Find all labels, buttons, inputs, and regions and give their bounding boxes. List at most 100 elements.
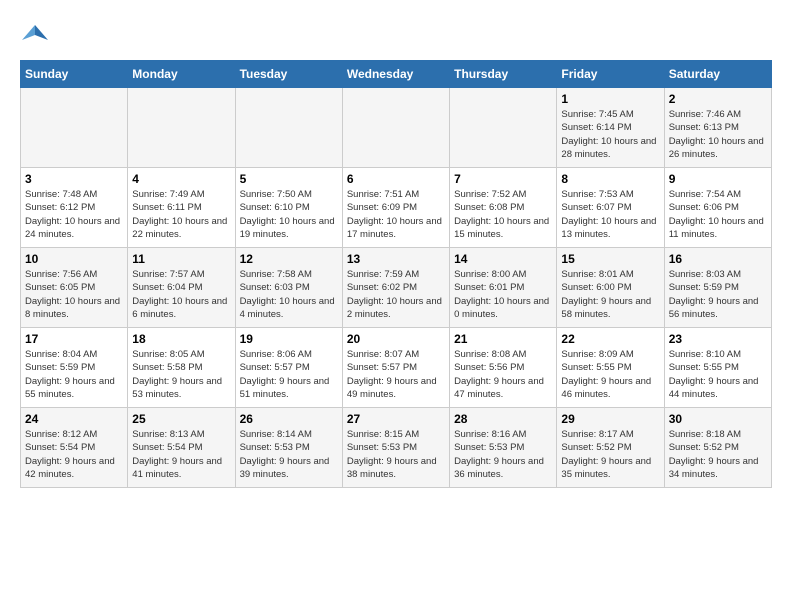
day-info: Sunrise: 8:08 AM Sunset: 5:56 PM Dayligh…	[454, 348, 552, 401]
day-info: Sunrise: 7:57 AM Sunset: 6:04 PM Dayligh…	[132, 268, 230, 321]
sunset-text: Sunset: 5:58 PM	[132, 361, 230, 374]
sunset-text: Sunset: 5:56 PM	[454, 361, 552, 374]
sunset-text: Sunset: 6:00 PM	[561, 281, 659, 294]
day-info: Sunrise: 8:00 AM Sunset: 6:01 PM Dayligh…	[454, 268, 552, 321]
header-day: Thursday	[450, 61, 557, 88]
calendar-header: SundayMondayTuesdayWednesdayThursdayFrid…	[21, 61, 772, 88]
calendar-day-cell: 7 Sunrise: 7:52 AM Sunset: 6:08 PM Dayli…	[450, 168, 557, 248]
sunset-text: Sunset: 5:57 PM	[240, 361, 338, 374]
day-number: 19	[240, 332, 338, 346]
day-info: Sunrise: 7:50 AM Sunset: 6:10 PM Dayligh…	[240, 188, 338, 241]
daylight-text: Daylight: 9 hours and 46 minutes.	[561, 375, 659, 402]
daylight-text: Daylight: 10 hours and 24 minutes.	[25, 215, 123, 242]
sunset-text: Sunset: 6:14 PM	[561, 121, 659, 134]
daylight-text: Daylight: 9 hours and 47 minutes.	[454, 375, 552, 402]
sunset-text: Sunset: 6:04 PM	[132, 281, 230, 294]
sunrise-text: Sunrise: 8:05 AM	[132, 348, 230, 361]
day-number: 12	[240, 252, 338, 266]
sunrise-text: Sunrise: 7:52 AM	[454, 188, 552, 201]
header-day: Friday	[557, 61, 664, 88]
sunset-text: Sunset: 5:55 PM	[669, 361, 767, 374]
day-number: 17	[25, 332, 123, 346]
daylight-text: Daylight: 9 hours and 36 minutes.	[454, 455, 552, 482]
sunrise-text: Sunrise: 8:09 AM	[561, 348, 659, 361]
sunrise-text: Sunrise: 8:16 AM	[454, 428, 552, 441]
sunset-text: Sunset: 5:59 PM	[669, 281, 767, 294]
sunrise-text: Sunrise: 7:58 AM	[240, 268, 338, 281]
day-number: 9	[669, 172, 767, 186]
calendar-day-cell: 18 Sunrise: 8:05 AM Sunset: 5:58 PM Dayl…	[128, 328, 235, 408]
daylight-text: Daylight: 10 hours and 26 minutes.	[669, 135, 767, 162]
sunset-text: Sunset: 6:09 PM	[347, 201, 445, 214]
day-number: 5	[240, 172, 338, 186]
calendar-day-cell: 3 Sunrise: 7:48 AM Sunset: 6:12 PM Dayli…	[21, 168, 128, 248]
day-number: 15	[561, 252, 659, 266]
day-number: 27	[347, 412, 445, 426]
sunrise-text: Sunrise: 7:57 AM	[132, 268, 230, 281]
day-number: 20	[347, 332, 445, 346]
calendar-day-cell: 15 Sunrise: 8:01 AM Sunset: 6:00 PM Dayl…	[557, 248, 664, 328]
day-number: 29	[561, 412, 659, 426]
daylight-text: Daylight: 10 hours and 11 minutes.	[669, 215, 767, 242]
day-number: 11	[132, 252, 230, 266]
calendar-day-cell: 19 Sunrise: 8:06 AM Sunset: 5:57 PM Dayl…	[235, 328, 342, 408]
day-number: 21	[454, 332, 552, 346]
sunrise-text: Sunrise: 7:53 AM	[561, 188, 659, 201]
calendar-day-cell: 5 Sunrise: 7:50 AM Sunset: 6:10 PM Dayli…	[235, 168, 342, 248]
day-info: Sunrise: 7:53 AM Sunset: 6:07 PM Dayligh…	[561, 188, 659, 241]
calendar-day-cell: 10 Sunrise: 7:56 AM Sunset: 6:05 PM Dayl…	[21, 248, 128, 328]
calendar-day-cell: 28 Sunrise: 8:16 AM Sunset: 5:53 PM Dayl…	[450, 408, 557, 488]
calendar-day-cell	[235, 88, 342, 168]
sunset-text: Sunset: 5:54 PM	[132, 441, 230, 454]
day-info: Sunrise: 8:04 AM Sunset: 5:59 PM Dayligh…	[25, 348, 123, 401]
sunset-text: Sunset: 5:54 PM	[25, 441, 123, 454]
day-info: Sunrise: 7:48 AM Sunset: 6:12 PM Dayligh…	[25, 188, 123, 241]
calendar-day-cell: 16 Sunrise: 8:03 AM Sunset: 5:59 PM Dayl…	[664, 248, 771, 328]
daylight-text: Daylight: 9 hours and 41 minutes.	[132, 455, 230, 482]
sunrise-text: Sunrise: 7:54 AM	[669, 188, 767, 201]
sunset-text: Sunset: 6:13 PM	[669, 121, 767, 134]
header-day: Monday	[128, 61, 235, 88]
calendar-day-cell: 26 Sunrise: 8:14 AM Sunset: 5:53 PM Dayl…	[235, 408, 342, 488]
calendar-day-cell: 20 Sunrise: 8:07 AM Sunset: 5:57 PM Dayl…	[342, 328, 449, 408]
calendar-day-cell: 22 Sunrise: 8:09 AM Sunset: 5:55 PM Dayl…	[557, 328, 664, 408]
day-number: 16	[669, 252, 767, 266]
sunset-text: Sunset: 6:08 PM	[454, 201, 552, 214]
daylight-text: Daylight: 9 hours and 34 minutes.	[669, 455, 767, 482]
calendar-day-cell: 9 Sunrise: 7:54 AM Sunset: 6:06 PM Dayli…	[664, 168, 771, 248]
calendar-day-cell: 14 Sunrise: 8:00 AM Sunset: 6:01 PM Dayl…	[450, 248, 557, 328]
daylight-text: Daylight: 9 hours and 44 minutes.	[669, 375, 767, 402]
day-info: Sunrise: 7:46 AM Sunset: 6:13 PM Dayligh…	[669, 108, 767, 161]
sunrise-text: Sunrise: 8:01 AM	[561, 268, 659, 281]
sunrise-text: Sunrise: 8:15 AM	[347, 428, 445, 441]
sunset-text: Sunset: 6:02 PM	[347, 281, 445, 294]
sunrise-text: Sunrise: 8:06 AM	[240, 348, 338, 361]
sunset-text: Sunset: 6:07 PM	[561, 201, 659, 214]
calendar-week-row: 10 Sunrise: 7:56 AM Sunset: 6:05 PM Dayl…	[21, 248, 772, 328]
daylight-text: Daylight: 9 hours and 58 minutes.	[561, 295, 659, 322]
day-number: 13	[347, 252, 445, 266]
daylight-text: Daylight: 10 hours and 22 minutes.	[132, 215, 230, 242]
sunrise-text: Sunrise: 7:50 AM	[240, 188, 338, 201]
day-info: Sunrise: 8:09 AM Sunset: 5:55 PM Dayligh…	[561, 348, 659, 401]
sunset-text: Sunset: 5:52 PM	[669, 441, 767, 454]
day-info: Sunrise: 7:54 AM Sunset: 6:06 PM Dayligh…	[669, 188, 767, 241]
daylight-text: Daylight: 9 hours and 42 minutes.	[25, 455, 123, 482]
sunrise-text: Sunrise: 8:18 AM	[669, 428, 767, 441]
calendar-body: 1 Sunrise: 7:45 AM Sunset: 6:14 PM Dayli…	[21, 88, 772, 488]
day-info: Sunrise: 7:51 AM Sunset: 6:09 PM Dayligh…	[347, 188, 445, 241]
sunrise-text: Sunrise: 8:17 AM	[561, 428, 659, 441]
sunrise-text: Sunrise: 7:56 AM	[25, 268, 123, 281]
header	[20, 20, 772, 50]
calendar-week-row: 3 Sunrise: 7:48 AM Sunset: 6:12 PM Dayli…	[21, 168, 772, 248]
day-info: Sunrise: 8:06 AM Sunset: 5:57 PM Dayligh…	[240, 348, 338, 401]
sunset-text: Sunset: 6:12 PM	[25, 201, 123, 214]
sunset-text: Sunset: 6:01 PM	[454, 281, 552, 294]
header-day: Sunday	[21, 61, 128, 88]
daylight-text: Daylight: 10 hours and 13 minutes.	[561, 215, 659, 242]
sunrise-text: Sunrise: 7:46 AM	[669, 108, 767, 121]
calendar-day-cell	[342, 88, 449, 168]
daylight-text: Daylight: 9 hours and 38 minutes.	[347, 455, 445, 482]
calendar-day-cell: 11 Sunrise: 7:57 AM Sunset: 6:04 PM Dayl…	[128, 248, 235, 328]
sunset-text: Sunset: 5:53 PM	[240, 441, 338, 454]
